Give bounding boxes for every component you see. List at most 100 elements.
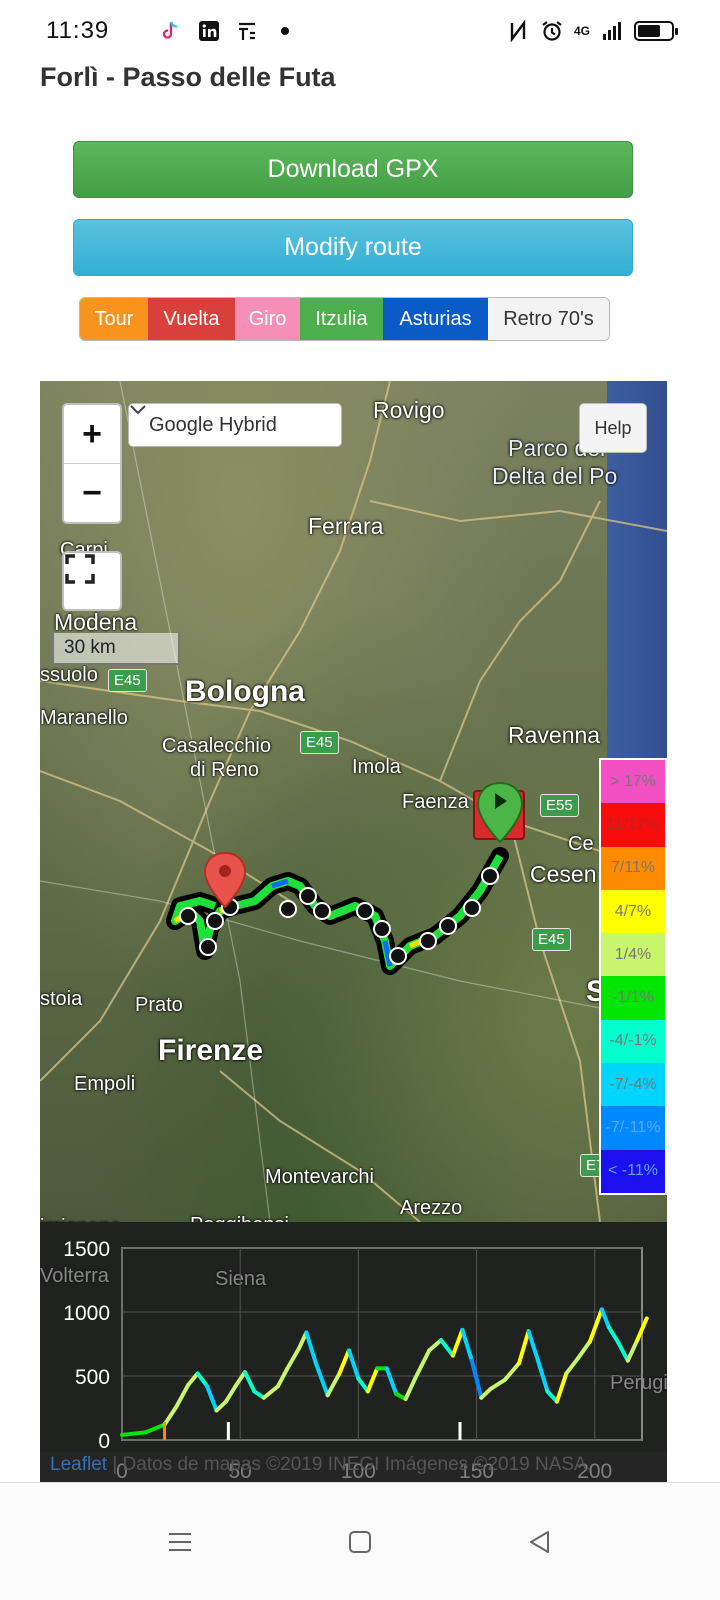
y-tick-label: 0 <box>98 1430 110 1453</box>
elevation-segment <box>384 1366 399 1396</box>
dot-icon <box>273 19 297 43</box>
legend-item: -7/-11% <box>601 1106 665 1150</box>
download-gpx-button[interactable]: Download GPX <box>73 141 633 198</box>
battery-level <box>638 25 661 37</box>
theme-vuelta-button[interactable]: Vuelta <box>148 298 235 340</box>
linkedin-icon <box>197 19 221 43</box>
elevation-segment <box>564 1356 581 1376</box>
elevation-segment <box>554 1371 569 1404</box>
modify-route-button[interactable]: Modify route <box>73 219 633 276</box>
map-scale: 30 km <box>52 633 180 665</box>
page-title: Forlì - Passo delle Futa <box>40 62 336 92</box>
status-indicators: 4G <box>506 19 678 43</box>
elevation-segment <box>365 1366 380 1394</box>
theme-itzulia-button[interactable]: Itzulia <box>300 298 383 340</box>
elevation-chart: 150010005000050100150200 <box>63 1238 649 1482</box>
elevation-segment <box>224 1384 238 1404</box>
back-button[interactable] <box>520 1522 560 1562</box>
nfc-icon <box>506 19 530 43</box>
elevation-segment <box>356 1376 370 1394</box>
elevation-segment <box>346 1348 361 1381</box>
gradient-legend: > 17% 11/17% 7/11% 4/7% 1/4% -1/1% -4/-1% -7/-4… <box>599 758 667 1195</box>
legend-item: 4/7% <box>601 889 665 934</box>
system-nav-bar <box>0 1482 720 1600</box>
legend-item: -4/-1% <box>601 1019 665 1064</box>
attribution-text: | Datos de mapas ©2019 INEGI Imágenes ©2… <box>107 1454 593 1475</box>
chevron-down-icon <box>130 405 146 415</box>
alarm-icon <box>540 19 564 43</box>
feed-icon <box>235 19 259 43</box>
zoom-out-button[interactable]: − <box>64 464 120 523</box>
elevation-segment <box>242 1370 257 1394</box>
elevation-segment <box>413 1348 432 1381</box>
elevation-segment <box>304 1330 318 1366</box>
theme-giro-button[interactable]: Giro <box>235 298 300 340</box>
elevation-segment <box>403 1376 418 1402</box>
zoom-in-button[interactable]: + <box>64 405 120 464</box>
plot-frame <box>121 1247 643 1441</box>
elevation-segment <box>606 1325 621 1345</box>
legend-item: 7/11% <box>601 846 665 890</box>
elevation-segment <box>526 1329 540 1363</box>
help-button[interactable]: Help <box>579 403 647 453</box>
theme-retro-button[interactable]: Retro 70's <box>488 298 609 340</box>
legend-item: -1/1% <box>601 976 665 1020</box>
map-layer-value: Google Hybrid <box>149 413 277 436</box>
map-layer-select[interactable]: Google Hybrid <box>128 403 342 447</box>
elevation-segment <box>120 1430 148 1437</box>
zoom-control: + − <box>62 403 122 524</box>
elevation-segment <box>162 1404 179 1427</box>
elevation-segment <box>502 1361 522 1382</box>
legend-item: -7/-4% <box>601 1063 665 1107</box>
theme-asturias-button[interactable]: Asturias <box>383 298 488 340</box>
tiktok-icon <box>159 19 183 43</box>
theme-tour-button[interactable]: Tour <box>80 298 148 340</box>
elevation-segment <box>205 1384 219 1413</box>
elevation-segment <box>460 1327 474 1363</box>
leaflet-link[interactable]: Leaflet <box>50 1454 107 1475</box>
status-apps <box>159 19 297 43</box>
y-tick-label: 1000 <box>63 1302 110 1325</box>
status-bar: 11:39 4G <box>0 0 720 62</box>
elevation-segment <box>450 1327 465 1358</box>
elevation-segment <box>488 1377 507 1391</box>
network-type: 4G <box>573 24 590 38</box>
elevation-segment <box>616 1340 630 1363</box>
route-map[interactable]: Rovigo Parco del Delta del Po Ferrara Ca… <box>40 381 667 1222</box>
elevation-segment <box>625 1338 640 1363</box>
start-marker-icon <box>473 781 525 844</box>
elevation-segment <box>325 1371 342 1398</box>
elevation-segment <box>337 1348 351 1376</box>
elevation-segment <box>285 1345 302 1371</box>
menu-icon <box>169 1532 191 1551</box>
elevation-segment <box>174 1382 191 1409</box>
elevation-segment <box>588 1307 604 1344</box>
menu-button[interactable] <box>160 1522 200 1562</box>
back-icon <box>530 1530 549 1553</box>
signal-icon <box>600 19 624 43</box>
home-button[interactable] <box>340 1522 380 1562</box>
elevation-segment <box>195 1371 210 1389</box>
y-tick-label: 500 <box>75 1366 110 1389</box>
y-tick-label: 1500 <box>63 1238 110 1261</box>
home-icon <box>349 1530 371 1553</box>
legend-item: 11/17% <box>601 803 665 847</box>
legend-item: > 17% <box>601 760 665 804</box>
legend-item: < -11% <box>601 1149 665 1193</box>
legend-item: 1/4% <box>601 933 665 977</box>
elevation-segment <box>313 1361 330 1398</box>
map-attribution: Leaflet | Datos de mapas ©2019 INEGI Imá… <box>40 1452 667 1482</box>
route-layer <box>166 781 525 975</box>
fullscreen-icon <box>65 554 95 584</box>
status-time: 11:39 <box>46 17 110 44</box>
elevation-segment <box>143 1422 167 1435</box>
theme-selector: Tour Vuelta Giro Itzulia Asturias Retro … <box>79 297 610 341</box>
elevation-segment <box>427 1338 444 1353</box>
elevation-segment <box>576 1339 592 1361</box>
elevation-profile: Volterra Siena Perugia 15001000500005010… <box>40 1222 667 1482</box>
elevation-segment <box>439 1338 455 1358</box>
fullscreen-button[interactable] <box>62 551 122 611</box>
elevation-segment <box>261 1384 280 1400</box>
elevation-segment <box>276 1366 290 1389</box>
elevation-segment <box>186 1371 200 1387</box>
